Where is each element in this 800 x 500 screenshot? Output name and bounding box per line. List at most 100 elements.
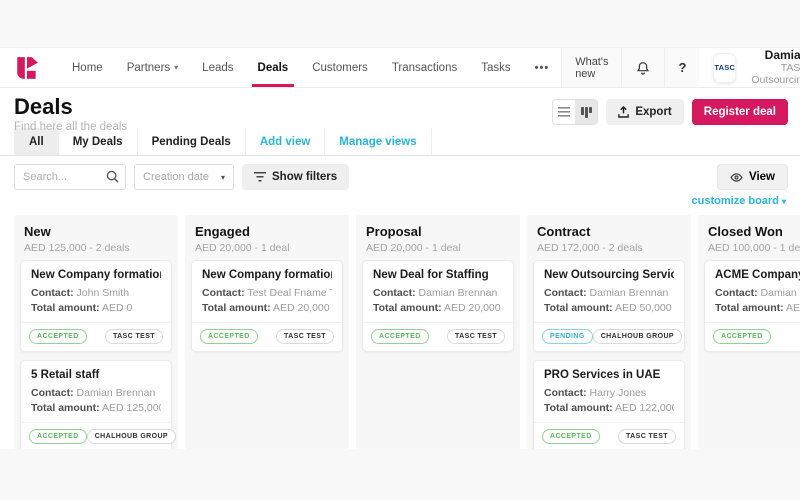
board-column-new: New AED 125,000 - 2 deals New Company fo… bbox=[14, 215, 178, 449]
status-badge: ACCEPTED bbox=[371, 329, 429, 344]
amount-value: AED 0 bbox=[102, 302, 132, 314]
deal-contact-line: Contact: Test Deal Fname Test Deal... bbox=[202, 286, 332, 301]
column-cards: New Deal for Staffing Contact: Damian Br… bbox=[356, 260, 520, 352]
column-title: Closed Won bbox=[708, 224, 800, 239]
show-filters-label: Show filters bbox=[272, 171, 337, 183]
chevron-down-icon: ▾ bbox=[782, 197, 786, 206]
deal-title: PRO Services in UAE bbox=[544, 369, 674, 381]
nav-right: What's new ? TASC Damian TASC Outsourcin… bbox=[561, 48, 800, 87]
contact-label: Contact: bbox=[715, 287, 758, 299]
amount-label: Total amount: bbox=[715, 302, 784, 314]
amount-label: Total amount: bbox=[31, 302, 100, 314]
customize-board-link[interactable]: customize board ▾ bbox=[0, 190, 800, 209]
deal-card[interactable]: New Outsourcing Service Contact: Damian … bbox=[533, 260, 685, 352]
deal-card-body: New Company formation in KSA Contact: Jo… bbox=[21, 261, 171, 322]
view-button[interactable]: View bbox=[717, 164, 788, 190]
deal-amount-line: Total amount: AED 20,000 bbox=[373, 301, 503, 316]
nav-item-label: Leads bbox=[202, 62, 233, 74]
nav-item-tasks[interactable]: Tasks bbox=[469, 48, 522, 87]
column-summary: AED 125,000 - 2 deals bbox=[24, 242, 168, 254]
column-cards: New Outsourcing Service Contact: Damian … bbox=[527, 260, 691, 449]
deal-title: New Company formation in KSA bbox=[202, 269, 332, 281]
status-badge: PENDING bbox=[542, 329, 593, 344]
column-header: Contract AED 172,000 - 2 deals bbox=[527, 215, 691, 260]
tag-badge: TASC TEST bbox=[618, 429, 676, 444]
contact-label: Contact: bbox=[544, 387, 587, 399]
notifications-button[interactable] bbox=[621, 48, 664, 87]
search-icon bbox=[106, 170, 119, 183]
amount-value: AED 100,000 bbox=[786, 302, 800, 314]
deal-contact-line: Contact: Damian Brennan bbox=[373, 286, 503, 301]
column-cards: New Company formation in KSA Contact: Te… bbox=[185, 260, 349, 352]
deal-card-body: ACME Company Contact: Damian Brennan Tot… bbox=[705, 261, 800, 322]
deal-title: ACME Company bbox=[715, 269, 800, 281]
customize-board-label: customize board bbox=[692, 195, 779, 207]
nav-items: Home Partners ▾ Leads Deals Customers Tr… bbox=[60, 48, 523, 87]
deal-card-footer: ACCEPTED CHALHOUB GROUP bbox=[21, 422, 171, 449]
contact-value: Damian Brennan bbox=[77, 387, 156, 399]
amount-value: AED 125,000 bbox=[102, 402, 161, 414]
tag-badge: TASC TEST bbox=[447, 329, 505, 344]
whats-new-button[interactable]: What's new bbox=[561, 48, 621, 87]
column-header: Closed Won AED 100,000 - 1 deal bbox=[698, 215, 800, 260]
help-button[interactable]: ? bbox=[664, 48, 699, 87]
list-view-button[interactable] bbox=[553, 100, 575, 124]
nav-item-label: Deals bbox=[258, 62, 289, 74]
kanban-icon bbox=[581, 107, 592, 118]
status-badge: ACCEPTED bbox=[713, 329, 771, 344]
kanban-view-button[interactable] bbox=[575, 100, 597, 124]
creation-date-label: Creation date bbox=[143, 171, 209, 183]
nav-item-home[interactable]: Home bbox=[60, 48, 115, 87]
brand-logo-icon bbox=[14, 55, 40, 81]
nav-item-deals[interactable]: Deals bbox=[246, 48, 301, 87]
chevron-down-icon: ▾ bbox=[174, 63, 178, 72]
header-controls: Export Register deal bbox=[552, 99, 788, 125]
contact-value: Damian Brennan bbox=[590, 287, 669, 299]
deal-card[interactable]: New Deal for Staffing Contact: Damian Br… bbox=[362, 260, 514, 352]
deal-card[interactable]: PRO Services in UAE Contact: Harry Jones… bbox=[533, 360, 685, 449]
contact-value: Damian Brennan bbox=[761, 287, 800, 299]
deal-card[interactable]: New Company formation in KSA Contact: Te… bbox=[191, 260, 343, 352]
filter-row: Creation date ▾ Show filters View bbox=[0, 156, 800, 190]
brand-logo[interactable] bbox=[0, 48, 50, 87]
column-summary: AED 172,000 - 2 deals bbox=[537, 242, 681, 254]
nav-item-label: Customers bbox=[312, 62, 368, 74]
deal-card-body: 5 Retail staff Contact: Damian Brennan T… bbox=[21, 361, 171, 422]
tag-badge: TASC TEST bbox=[276, 329, 334, 344]
nav-item-label: Transactions bbox=[392, 62, 457, 74]
creation-date-select[interactable]: Creation date ▾ bbox=[134, 164, 234, 190]
deal-card[interactable]: 5 Retail staff Contact: Damian Brennan T… bbox=[20, 360, 172, 449]
nav-item-label: Partners bbox=[127, 62, 170, 74]
amount-value: AED 20,000 bbox=[444, 302, 501, 314]
column-summary: AED 20,000 - 1 deal bbox=[195, 242, 339, 254]
column-title: New bbox=[24, 224, 168, 239]
app-page: Home Partners ▾ Leads Deals Customers Tr… bbox=[0, 47, 800, 449]
tab-label: Add view bbox=[260, 136, 310, 148]
nav-item-customers[interactable]: Customers bbox=[300, 48, 380, 87]
show-filters-button[interactable]: Show filters bbox=[242, 164, 349, 190]
column-cards: New Company formation in KSA Contact: Jo… bbox=[14, 260, 178, 449]
export-button[interactable]: Export bbox=[606, 99, 683, 125]
status-badge: ACCEPTED bbox=[542, 429, 600, 444]
deal-card[interactable]: ACME Company Contact: Damian Brennan Tot… bbox=[704, 260, 800, 352]
deal-amount-line: Total amount: AED 125,000 bbox=[31, 401, 161, 416]
tag-badge: CHALHOUB GROUP bbox=[87, 429, 176, 444]
deal-contact-line: Contact: John Smith bbox=[31, 286, 161, 301]
view-toggle bbox=[552, 99, 598, 125]
nav-item-leads[interactable]: Leads bbox=[190, 48, 245, 87]
user-menu[interactable]: TASC Damian TASC Outsourcing ▾ bbox=[699, 48, 800, 87]
deal-card-footer: ACCEPTED bbox=[705, 322, 800, 351]
deal-card-footer: ACCEPTED TASC TEST bbox=[363, 322, 513, 351]
nav-item-partners[interactable]: Partners ▾ bbox=[115, 48, 190, 87]
deal-contact-line: Contact: Harry Jones bbox=[544, 386, 674, 401]
contact-value: Test Deal Fname Test Deal... bbox=[247, 287, 332, 299]
column-cards: ACME Company Contact: Damian Brennan Tot… bbox=[698, 260, 800, 352]
nav-item-transactions[interactable]: Transactions bbox=[380, 48, 469, 87]
deal-card-footer: ACCEPTED TASC TEST bbox=[192, 322, 342, 351]
column-title: Contract bbox=[537, 224, 681, 239]
user-org: TASC Outsourcing bbox=[744, 62, 800, 86]
deal-card[interactable]: New Company formation in KSA Contact: Jo… bbox=[20, 260, 172, 352]
nav-more-button[interactable]: ••• bbox=[523, 48, 562, 87]
list-icon bbox=[558, 107, 570, 117]
register-deal-button[interactable]: Register deal bbox=[692, 99, 788, 125]
